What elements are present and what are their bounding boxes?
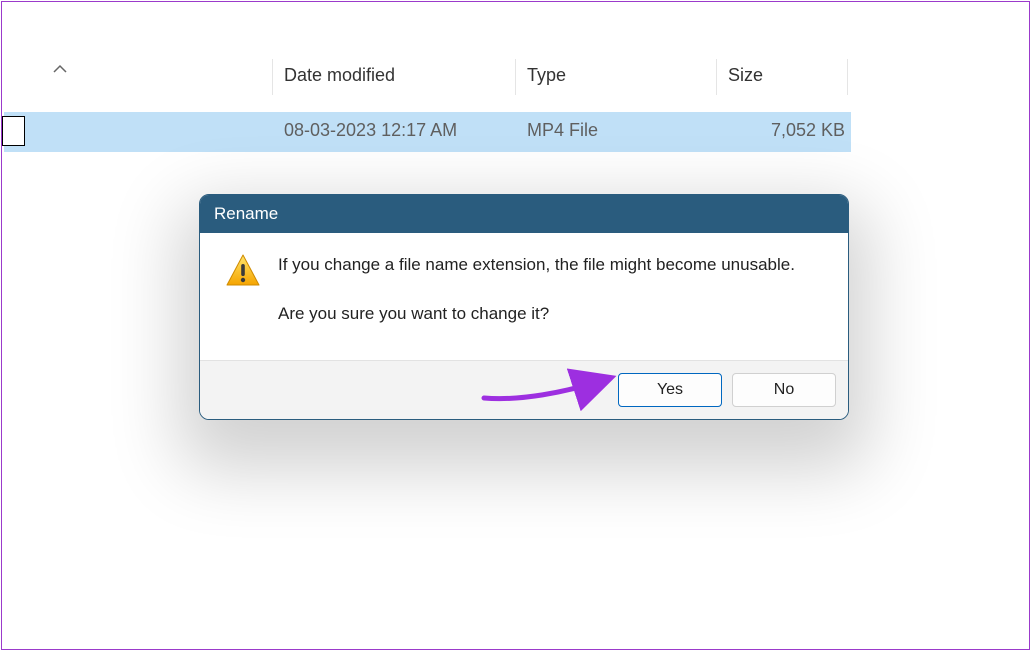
chevron-up-icon: [52, 64, 68, 74]
no-button[interactable]: No: [732, 373, 836, 407]
dialog-message-line2: Are you sure you want to change it?: [278, 302, 830, 327]
column-headers: Date modified Type Size: [4, 59, 1027, 99]
rename-edit-box[interactable]: [2, 116, 25, 146]
file-size: 7,052 KB: [771, 120, 845, 141]
column-header-size[interactable]: Size: [728, 65, 763, 86]
dialog-button-bar: Yes No: [200, 361, 848, 419]
dialog-titlebar[interactable]: Rename: [200, 195, 848, 233]
file-explorer: Date modified Type Size 08-03-2023 12:17…: [4, 4, 1027, 647]
column-separator: [716, 59, 717, 95]
column-header-date[interactable]: Date modified: [284, 65, 395, 86]
dialog-title: Rename: [214, 204, 278, 224]
rename-dialog: Rename: [199, 194, 849, 420]
column-header-type[interactable]: Type: [527, 65, 566, 86]
file-row[interactable]: 08-03-2023 12:17 AM MP4 File 7,052 KB: [4, 112, 851, 152]
file-date: 08-03-2023 12:17 AM: [284, 120, 457, 141]
column-separator: [272, 59, 273, 95]
file-type: MP4 File: [527, 120, 598, 141]
dialog-message-line1: If you change a file name extension, the…: [278, 253, 830, 278]
column-header-name[interactable]: [4, 59, 272, 99]
column-separator: [515, 59, 516, 95]
dialog-content: If you change a file name extension, the…: [200, 233, 848, 361]
column-separator: [847, 59, 848, 95]
yes-button[interactable]: Yes: [618, 373, 722, 407]
warning-icon: [225, 253, 261, 289]
